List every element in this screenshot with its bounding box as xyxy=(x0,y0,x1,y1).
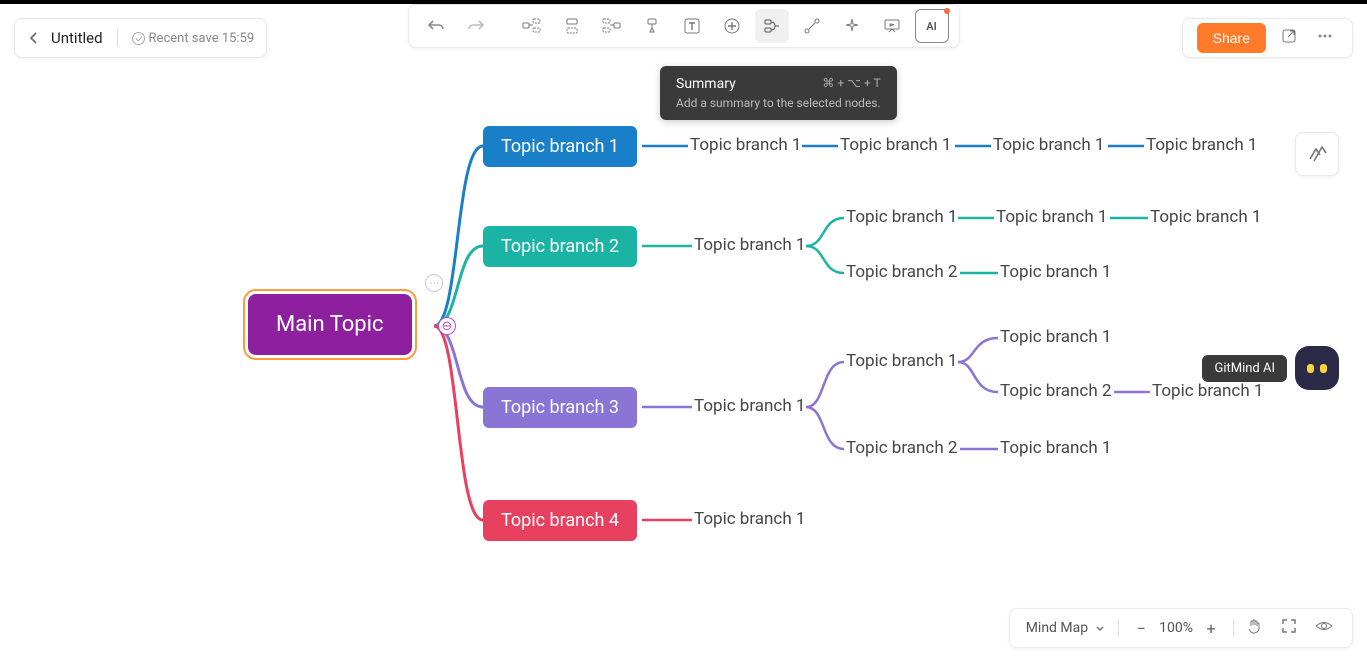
branch-3-node[interactable]: Topic branch 3 xyxy=(483,387,637,428)
add-child-button[interactable] xyxy=(515,9,549,43)
sparkle-button[interactable] xyxy=(835,9,869,43)
leaf-node[interactable]: Topic branch 2 xyxy=(846,262,957,282)
divider xyxy=(117,29,118,47)
branch-4-node[interactable]: Topic branch 4 xyxy=(483,500,637,541)
layout-select[interactable]: Mind Map xyxy=(1026,620,1106,636)
leaf-node[interactable]: Topic branch 1 xyxy=(1000,438,1111,458)
save-status-text: Recent save 15:59 xyxy=(149,31,255,46)
leaf-node[interactable]: Topic branch 2 xyxy=(846,438,957,458)
redo-button[interactable] xyxy=(459,9,493,43)
fullscreen-icon[interactable] xyxy=(1280,617,1302,639)
main-topic-node[interactable]: Main Topic xyxy=(248,294,412,355)
zoom-controls: − 100% + xyxy=(1131,618,1221,638)
footer-bar: Mind Map − 100% + xyxy=(1009,608,1353,648)
leaf-node[interactable]: Topic branch 2 xyxy=(1000,381,1111,401)
gitmind-ai-bot-icon[interactable] xyxy=(1295,346,1339,390)
zoom-level: 100% xyxy=(1159,620,1193,636)
leaf-node[interactable]: Topic branch 1 xyxy=(694,235,805,255)
leaf-node[interactable]: Topic branch 1 xyxy=(993,135,1104,155)
save-status: Recent save 15:59 xyxy=(132,31,255,46)
right-actions: Share xyxy=(1182,18,1353,58)
open-external-icon[interactable] xyxy=(1280,27,1302,49)
leaf-node[interactable]: Topic branch 1 xyxy=(1146,135,1257,155)
undo-button[interactable] xyxy=(419,9,453,43)
mindmap-canvas[interactable]: Main Topic ⋯ ⊖ Topic branch 1 Topic bran… xyxy=(0,64,1367,660)
leaf-node[interactable]: Topic branch 1 xyxy=(996,207,1107,227)
format-painter-button[interactable] xyxy=(635,9,669,43)
summary-tooltip: Summary ⌘ + ⌥ + T Add a summary to the s… xyxy=(660,66,897,120)
main-toolbar: AI xyxy=(408,4,960,48)
back-icon[interactable] xyxy=(27,31,41,45)
document-title[interactable]: Untitled xyxy=(51,29,103,47)
style-tool-button[interactable] xyxy=(1295,132,1339,176)
gitmind-ai: GitMind AI xyxy=(1202,346,1339,390)
more-icon[interactable] xyxy=(1316,27,1338,49)
leaf-node[interactable]: Topic branch 1 xyxy=(1000,262,1111,282)
presentation-button[interactable] xyxy=(875,9,909,43)
tooltip-desc: Add a summary to the selected nodes. xyxy=(676,96,881,110)
zoom-out-button[interactable]: − xyxy=(1131,618,1151,638)
tooltip-title: Summary xyxy=(676,76,736,92)
chevron-down-icon xyxy=(1094,622,1106,634)
hand-tool-icon[interactable] xyxy=(1246,617,1268,639)
ai-button[interactable]: AI xyxy=(915,9,949,43)
add-sibling-button[interactable] xyxy=(555,9,589,43)
divider xyxy=(1118,619,1119,637)
divider xyxy=(1233,619,1234,637)
check-circle-icon xyxy=(132,32,145,45)
leaf-node[interactable]: Topic branch 1 xyxy=(840,135,951,155)
eye-icon[interactable] xyxy=(1314,617,1336,639)
node-menu-handle[interactable]: ⋯ xyxy=(425,274,443,292)
relationship-button[interactable] xyxy=(795,9,829,43)
leaf-node[interactable]: Topic branch 1 xyxy=(1150,207,1261,227)
share-button[interactable]: Share xyxy=(1197,23,1266,53)
leaf-node[interactable]: Topic branch 1 xyxy=(1000,327,1111,347)
collapse-handle[interactable]: ⊖ xyxy=(438,317,456,335)
add-button[interactable] xyxy=(715,9,749,43)
branch-1-node[interactable]: Topic branch 1 xyxy=(483,126,637,167)
leaf-node[interactable]: Topic branch 1 xyxy=(690,135,801,155)
leaf-node[interactable]: Topic branch 1 xyxy=(694,509,805,529)
branch-2-node[interactable]: Topic branch 2 xyxy=(483,226,637,267)
title-block: Untitled Recent save 15:59 xyxy=(14,18,267,58)
text-button[interactable] xyxy=(675,9,709,43)
layout-label: Mind Map xyxy=(1026,620,1088,636)
leaf-node[interactable]: Topic branch 1 xyxy=(846,351,957,371)
leaf-node[interactable]: Topic branch 1 xyxy=(694,396,805,416)
summary-button[interactable] xyxy=(755,9,789,43)
add-parent-button[interactable] xyxy=(595,9,629,43)
gitmind-ai-label: GitMind AI xyxy=(1202,355,1287,382)
tooltip-shortcut: ⌘ + ⌥ + T xyxy=(822,76,880,92)
leaf-node[interactable]: Topic branch 1 xyxy=(846,207,957,227)
zoom-in-button[interactable]: + xyxy=(1201,618,1221,638)
